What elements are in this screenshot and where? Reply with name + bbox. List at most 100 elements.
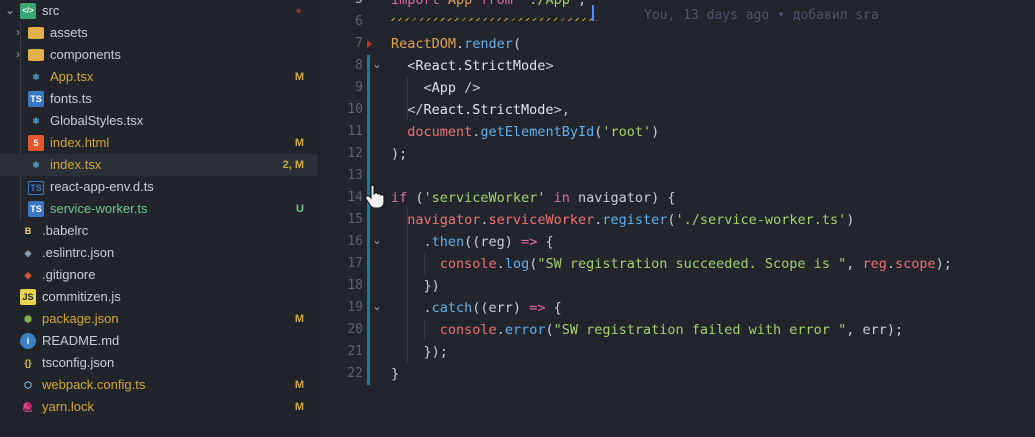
tree-item[interactable]: {} tsconfig.json: [0, 352, 318, 374]
tree-item-label: tsconfig.json: [42, 355, 115, 370]
tree-item-label: service-worker.ts: [50, 201, 148, 216]
indent-guide: [407, 209, 408, 363]
git-status-badge: M: [294, 137, 304, 149]
code-line[interactable]: navigator.serviceWorker.register('./serv…: [391, 209, 854, 231]
line-number: 11: [347, 124, 363, 139]
tree-item-label: assets: [50, 25, 88, 40]
tree-item-label: index.html: [50, 135, 110, 150]
tree-item-label: react-app-env.d.ts: [50, 179, 154, 194]
code-line[interactable]: document.getElementById('root'): [391, 121, 659, 143]
json-file-icon: {}: [24, 358, 32, 368]
tree-item[interactable]: TS service-worker.ts U: [0, 198, 318, 220]
line-number: 21: [347, 344, 363, 359]
folder-src[interactable]: ⌄ </> src ●: [0, 0, 318, 22]
folder-src-icon: </>: [20, 3, 36, 19]
code-line[interactable]: .then((reg) => {: [391, 231, 554, 253]
tree-item-label: components: [50, 47, 121, 62]
line-number: 10: [347, 102, 363, 117]
git-status-badge: M: [294, 313, 304, 325]
tree-item-label: fonts.ts: [50, 91, 92, 106]
webpack-file-icon: ⬡: [24, 380, 32, 390]
code-line[interactable]: ReactDOM.render(: [391, 33, 521, 55]
tree-item[interactable]: › assets: [0, 22, 318, 44]
code-line[interactable]: import App from './App';: [391, 0, 586, 11]
code-line[interactable]: <App />: [391, 77, 481, 99]
tree-item[interactable]: ⚛ GlobalStyles.tsx: [0, 110, 318, 132]
code-line[interactable]: if ('serviceWorker' in navigator) {: [391, 187, 676, 209]
git-status-badge: U: [296, 203, 304, 215]
fold-chevron-icon[interactable]: ⌄: [371, 229, 383, 251]
tree-item[interactable]: ⬡ webpack.config.ts M: [0, 374, 318, 396]
indent-guide: [424, 319, 425, 341]
tree-item[interactable]: TS fonts.ts: [0, 88, 318, 110]
tree-item-label: GlobalStyles.tsx: [50, 113, 144, 128]
text-cursor: [592, 5, 594, 21]
folder-file-icon: [28, 49, 44, 61]
chevron-right-icon[interactable]: ›: [12, 25, 24, 39]
breakpoint-marker[interactable]: [367, 40, 372, 48]
line-number: 14: [347, 190, 363, 205]
git-status-badge: M: [294, 71, 304, 83]
chevron-down-icon[interactable]: ⌄: [4, 3, 16, 17]
hand-pointer-icon: [365, 184, 385, 208]
tree-item[interactable]: 5 index.html M: [0, 132, 318, 154]
git-modified-gutter-bar: [367, 55, 370, 187]
code-line[interactable]: });: [391, 341, 448, 363]
html-file-icon: 5: [28, 135, 44, 151]
git-file-icon: ◆: [24, 270, 32, 280]
status-dot: ●: [295, 5, 302, 17]
line-number: 5: [319, 0, 363, 11]
fold-chevron-icon[interactable]: ⌄: [371, 295, 383, 317]
tree-item-label: commitizen.js: [42, 289, 121, 304]
line-number: 22: [347, 366, 363, 381]
tree-item[interactable]: › components: [0, 44, 318, 66]
line-number: 7: [355, 36, 363, 51]
tree-item[interactable]: B .babelrc: [0, 220, 318, 242]
vscode-window: ⌄ </> src ● › assets › components ⚛ App.tsx M T…: [0, 0, 1035, 437]
line-number: 9: [355, 80, 363, 95]
code-line[interactable]: }: [391, 363, 399, 385]
line-number: 13: [347, 168, 363, 183]
line-number: 17: [347, 256, 363, 271]
tree-item-label: App.tsx: [50, 69, 94, 84]
tree-item[interactable]: i README.md: [0, 330, 318, 352]
chevron-right-icon[interactable]: ›: [12, 47, 24, 61]
line-number: 8: [355, 58, 363, 73]
line-number: 19: [347, 300, 363, 315]
tree-item-label: .eslintrc.json: [42, 245, 115, 260]
code-line[interactable]: </React.StrictMode>,: [391, 99, 570, 121]
tree-item[interactable]: ◈ .eslintrc.json: [0, 242, 318, 264]
tree-item[interactable]: ⚛ index.tsx 2, M: [0, 154, 318, 176]
yarn-file-icon: 🧶: [22, 402, 34, 412]
code-line[interactable]: .catch((err) => {: [391, 297, 562, 319]
eslint-file-icon: ◈: [24, 248, 32, 258]
tree-item-label: webpack.config.ts: [42, 377, 146, 392]
tree-item-label: index.tsx: [50, 157, 102, 172]
tree-item[interactable]: ◆ .gitignore: [0, 264, 318, 286]
code-line[interactable]: );: [391, 143, 407, 165]
tsd-file-icon: TS: [28, 181, 44, 195]
tree-item[interactable]: 🧶 yarn.lock M: [0, 396, 318, 418]
code-line[interactable]: }): [391, 275, 440, 297]
warning-squiggle: [391, 18, 597, 21]
fold-chevron-icon[interactable]: ⌄: [371, 53, 383, 75]
file-explorer: ⌄ </> src ● › assets › components ⚛ App.tsx M T…: [0, 0, 319, 437]
code-line[interactable]: console.error("SW registration failed wi…: [391, 319, 903, 341]
tree-item[interactable]: TS react-app-env.d.ts: [0, 176, 318, 198]
indent-guide: [407, 77, 408, 121]
tree-item[interactable]: ⬢ package.json M: [0, 308, 318, 330]
code-editor[interactable]: 5678⌄91011121314⌄1516⌄171819⌄202122 impo…: [319, 0, 1035, 437]
tree-item[interactable]: JS commitizen.js: [0, 286, 318, 308]
code-line[interactable]: console.log("SW registration succeeded. …: [391, 253, 952, 275]
react-file-icon: ⚛: [31, 72, 41, 82]
code-line[interactable]: <React.StrictMode>: [391, 55, 553, 77]
tree-item-label: .gitignore: [42, 267, 96, 282]
line-number: 16: [347, 234, 363, 249]
babel-file-icon: B: [24, 226, 32, 236]
react-file-icon: ⚛: [31, 160, 41, 170]
line-number: 12: [347, 146, 363, 161]
ts-file-icon: TS: [28, 201, 44, 217]
line-number: 20: [347, 322, 363, 337]
tree-item[interactable]: ⚛ App.tsx M: [0, 66, 318, 88]
js-file-icon: JS: [20, 289, 36, 305]
